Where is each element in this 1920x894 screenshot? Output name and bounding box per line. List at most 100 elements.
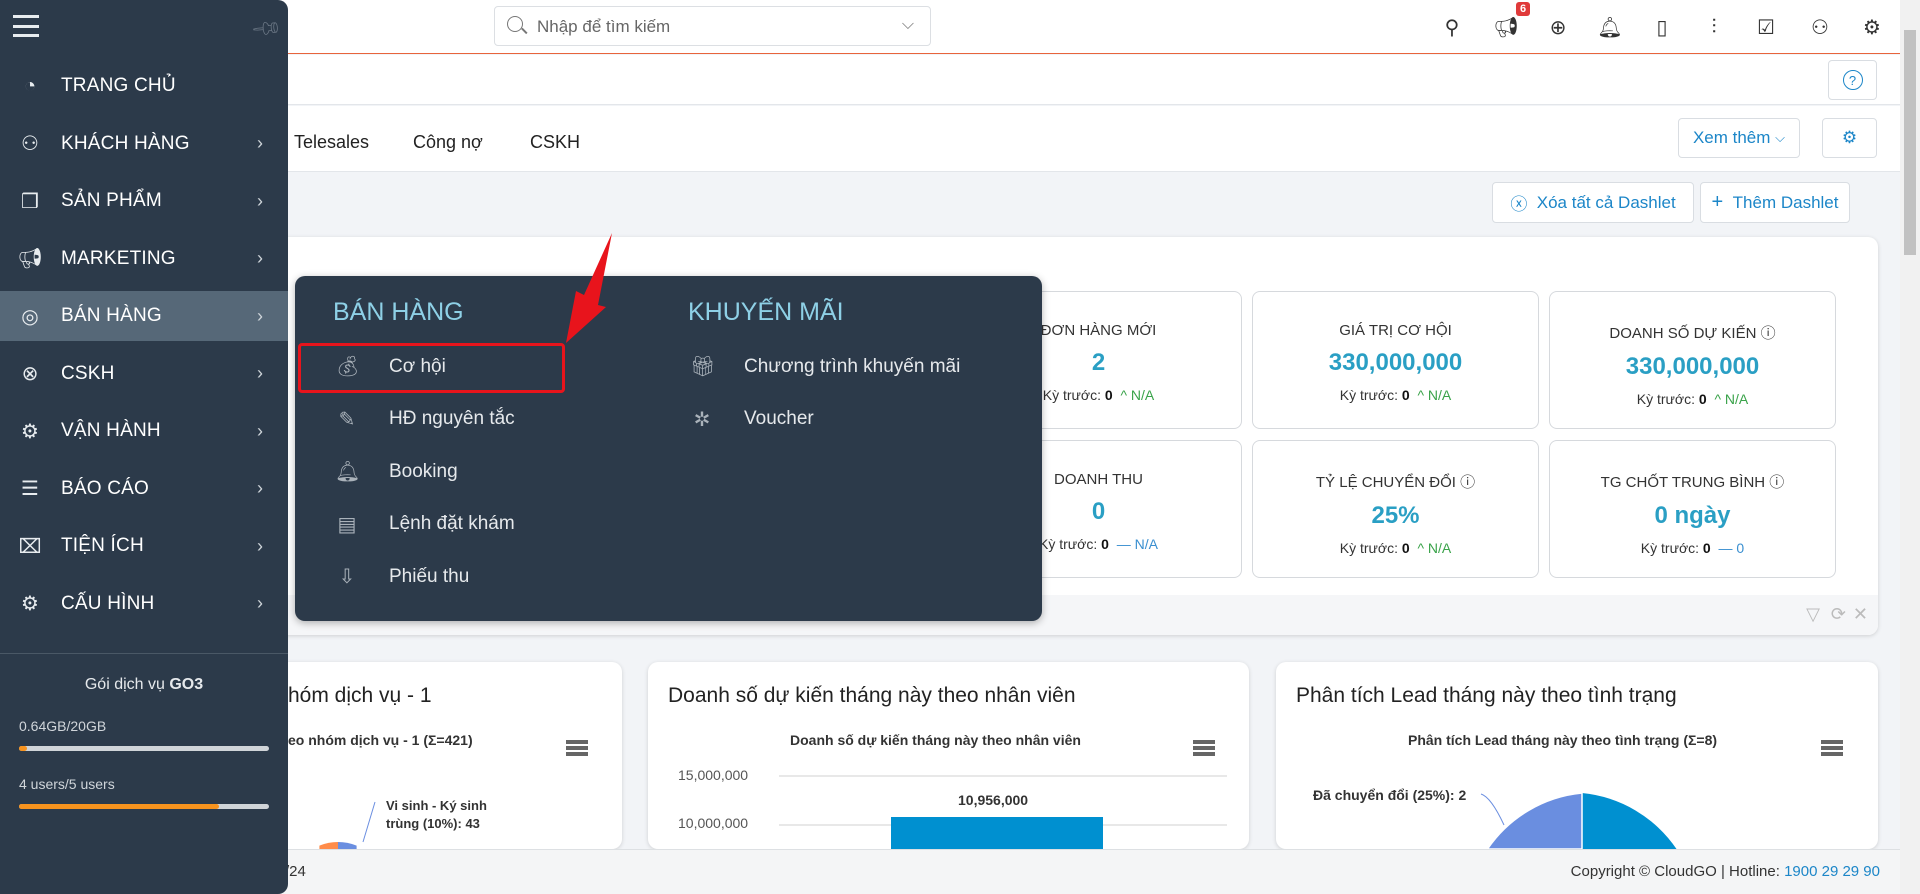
submenu-item[interactable]: 🎁︎ Chương trình khuyến mãi <box>690 354 960 379</box>
gear-icon: ⚙ <box>1841 128 1858 147</box>
bell-icon[interactable]: 🔔︎ <box>1597 14 1623 40</box>
chart-title: Doanh số dự kiến tháng này theo nhân viê… <box>668 684 1076 707</box>
trend-icon: ^ <box>1714 391 1722 407</box>
red-arrow-annotation <box>566 233 612 343</box>
chevron-right-icon: › <box>257 248 263 268</box>
clear-dashlets-button[interactable]: ⓧ Xóa tất cả Dashlet <box>1492 182 1694 223</box>
trend-icon: — <box>1116 536 1131 552</box>
stat-value: 25% <box>1371 502 1420 529</box>
pie-slice <box>1582 793 1677 849</box>
chevron-right-icon: › <box>257 305 263 326</box>
calendar-icon[interactable]: ▯ <box>1649 14 1675 40</box>
receipt-icon: ⇩ <box>338 566 356 588</box>
search-placeholder: Nhập để tìm kiếm <box>537 17 671 36</box>
stat-value: 330,000,000 <box>1625 353 1760 380</box>
chevron-right-icon: › <box>257 133 263 153</box>
plus-circle-icon[interactable]: ⊕ <box>1545 14 1571 40</box>
search-input[interactable]: Nhập để tìm kiếm ⌵ <box>494 6 931 46</box>
boxes-icon: ❒ <box>21 190 39 213</box>
info-icon[interactable]: ⓘ <box>1460 474 1475 491</box>
sidebar-item-3[interactable]: 📢︎ MARKETING › <box>0 234 288 284</box>
submenu-item[interactable]: 🔔︎ Booking <box>335 459 458 484</box>
submenu-item[interactable]: ✲ Voucher <box>690 407 814 432</box>
stat-value: 330,000,000 <box>1328 349 1463 376</box>
sidebar-item-2[interactable]: ❒ SẢN PHẨM › <box>0 176 288 226</box>
pie-slice <box>338 842 357 849</box>
submenu-heading-promo: KHUYẾN MÃI <box>688 298 844 326</box>
sidebar-item-6[interactable]: ⚙ VẬN HÀNH › <box>0 406 288 456</box>
sidebar-item-label: BÁN HÀNG <box>61 305 162 326</box>
tab-cong-no[interactable]: Công nợ <box>413 132 483 153</box>
gear-icon: ⚙ <box>21 593 39 615</box>
help-button[interactable]: ? <box>1828 60 1877 100</box>
tab-telesales[interactable]: Telesales <box>294 132 369 153</box>
pie-slice <box>319 842 338 849</box>
report-icon: ☰ <box>21 478 39 500</box>
stat-label: DOANH SỐ DỰ KIẾN <box>1609 325 1757 342</box>
chevron-right-icon: › <box>257 593 263 613</box>
sidebar-item-5[interactable]: ⊗ CSKH › <box>0 349 288 399</box>
sidebar-item-7[interactable]: ☰ BÁO CÁO › <box>0 464 288 514</box>
info-icon[interactable]: ⓘ <box>1761 325 1776 342</box>
lifebuoy-icon: ⊗ <box>21 363 39 385</box>
chevron-right-icon: › <box>257 478 263 498</box>
chart-subtitle: Doanh số dự kiến tháng này theo nhân viê… <box>790 732 1081 748</box>
hotline-link[interactable]: 1900 29 29 90 <box>1784 863 1880 880</box>
y-tick-label: 15,000,000 <box>678 767 749 783</box>
pin-icon[interactable]: 📌︎ <box>249 11 285 46</box>
sidebar-item-label: CẤU HÌNH <box>61 592 155 614</box>
user-icon[interactable]: ⚇ <box>1807 14 1833 40</box>
chevron-right-icon: › <box>257 190 263 211</box>
more-button[interactable]: Xem thêm ⌵ <box>1678 118 1800 158</box>
plus-icon: + <box>1711 191 1724 213</box>
submenu-item[interactable]: ▤ Lệnh đặt khám <box>335 512 515 537</box>
sidebar-item-8[interactable]: ⌧ TIỆN ÍCH › <box>0 521 288 571</box>
submenu-item[interactable]: ⇩ Phiếu thu <box>335 564 470 589</box>
submenu-item[interactable]: ✎ HĐ nguyên tắc <box>335 407 515 432</box>
users-progress <box>19 804 269 809</box>
close-icon[interactable]: ✕ <box>1853 604 1868 625</box>
sidebar: 📌︎ ◔ TRANG CHỦ ⚇ KHÁCH HÀNG › ❒ SẢN PHẨM › 📢︎ MAR… <box>0 0 288 894</box>
chevron-right-icon: › <box>257 535 263 556</box>
chart-card-expected-revenue: Doanh số dự kiến tháng này theo nhân viê… <box>648 662 1249 849</box>
stat-box: TG CHỐT TRUNG BÌNH ⓘ 0 ngày Kỳ trước: 0 — … <box>1549 440 1836 578</box>
scrollbar[interactable] <box>1900 0 1920 894</box>
stat-label: ĐƠN HÀNG MỚI <box>1040 322 1157 339</box>
stat-label: TỶ LỆ CHUYỂN ĐỔI <box>1315 474 1456 491</box>
megaphone-icon[interactable]: 📢︎ <box>1493 14 1519 40</box>
settings-button[interactable]: ⚙ <box>1822 118 1877 158</box>
hamburger-icon[interactable] <box>13 15 39 37</box>
megaphone-icon: 📢︎ <box>17 248 43 270</box>
stat-box: DOANH SỐ DỰ KIẾN ⓘ 330,000,000 Kỳ trước: 0… <box>1549 291 1836 429</box>
help-icon: ? <box>1842 70 1863 90</box>
info-icon[interactable]: ⓘ <box>1769 474 1784 491</box>
checkbox-icon[interactable]: ☑ <box>1753 14 1779 40</box>
pie-chart <box>319 801 376 849</box>
chart-icon[interactable]: ⫶ <box>1701 14 1727 40</box>
tab-cskh[interactable]: CSKH <box>530 132 580 153</box>
stat-box: GIÁ TRỊ CƠ HỘI 330,000,000 Kỳ trước: 0 ^ N… <box>1252 291 1539 429</box>
sidebar-item-label: SẢN PHẨM <box>61 190 162 211</box>
sidebar-item-label: TIỆN ÍCH <box>61 535 144 556</box>
bar-data-label: 10,956,000 <box>958 792 1029 808</box>
gear-icon[interactable]: ⚙ <box>1859 14 1885 40</box>
sidebar-item-1[interactable]: ⚇ KHÁCH HÀNG › <box>0 119 288 169</box>
chevron-down-icon: ⌵ <box>1775 130 1786 145</box>
sidebar-item-9[interactable]: ⚙ CẤU HÌNH › <box>0 579 288 629</box>
chevron-down-icon[interactable]: ⌵ <box>902 16 914 34</box>
refresh-icon[interactable]: ⟳ <box>1831 604 1846 625</box>
chart-card-lead-status: Phân tích Lead tháng này theo tình trạng… <box>1276 662 1878 849</box>
chevron-right-icon: › <box>257 420 263 441</box>
filter-icon[interactable]: ▽ <box>1806 604 1820 625</box>
stat-box: TỶ LỆ CHUYỂN ĐỔI ⓘ 25% Kỳ trước: 0 ^ N/A <box>1252 440 1539 578</box>
sidebar-item-4[interactable]: ◎ BÁN HÀNG › <box>0 291 288 341</box>
trend-icon: ^ <box>1120 387 1128 403</box>
sidebar-item-0[interactable]: ◔ TRANG CHỦ <box>0 61 288 111</box>
chevron-right-icon: › <box>257 363 263 383</box>
close-circle-icon: ⓧ <box>1510 195 1528 214</box>
add-dashlet-button[interactable]: + Thêm Dashlet <box>1700 182 1850 223</box>
trend-icon: ^ <box>1417 540 1425 556</box>
chart-menu-icon[interactable] <box>1193 740 1215 756</box>
map-pin-icon[interactable]: ⚲ <box>1439 14 1465 40</box>
scrollbar-thumb[interactable] <box>1904 30 1916 255</box>
